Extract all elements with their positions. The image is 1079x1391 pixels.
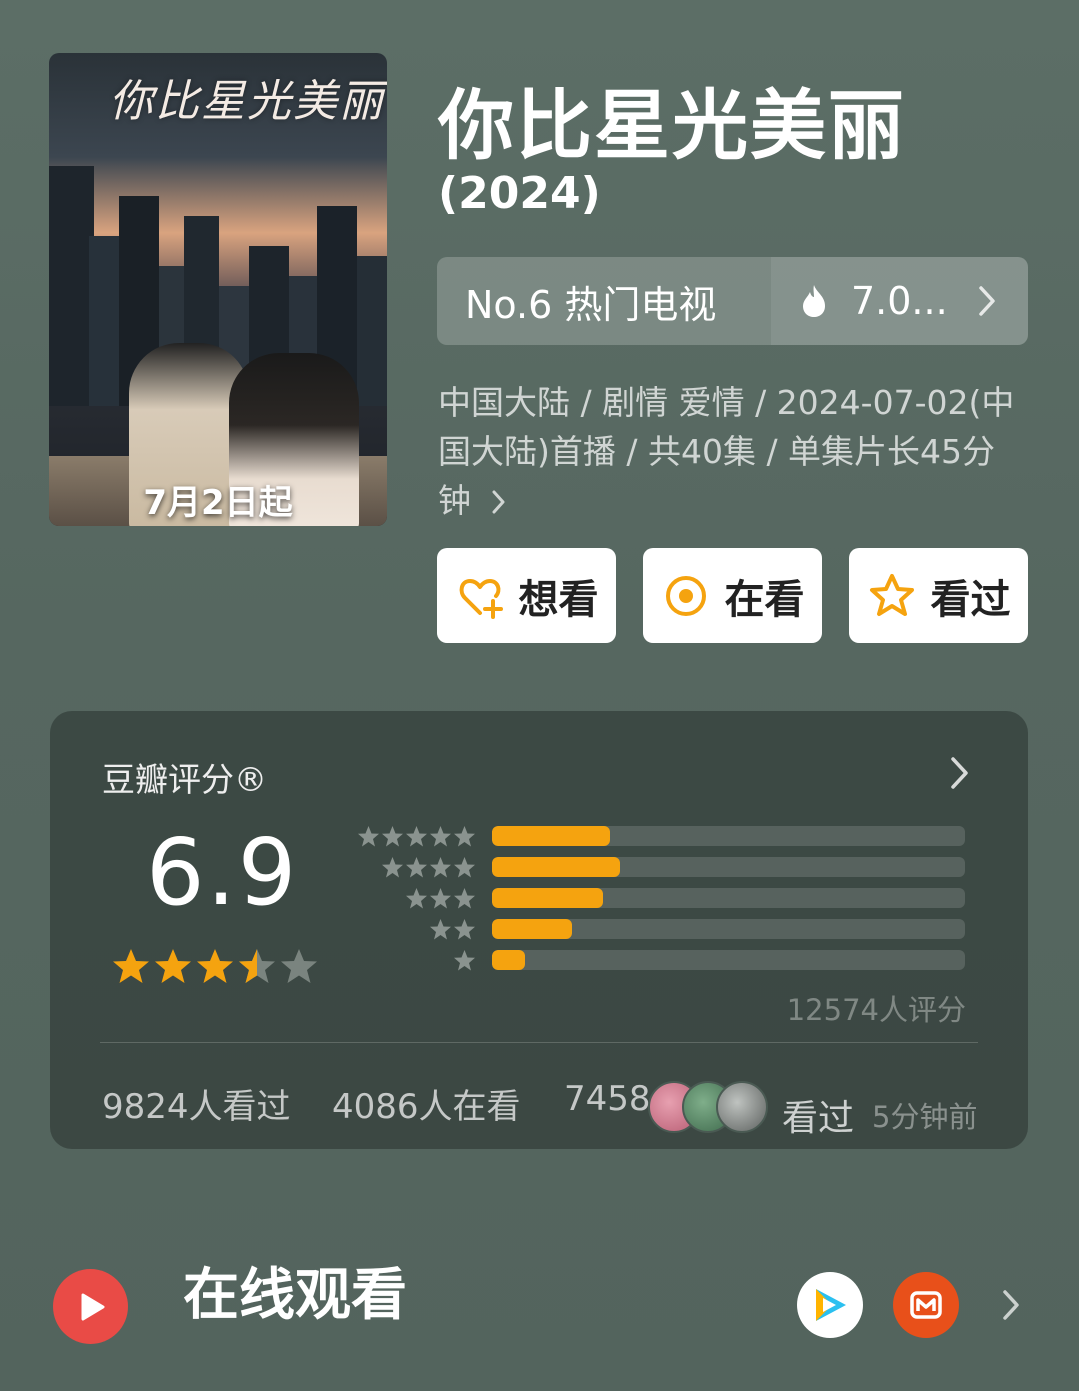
avatar	[716, 1081, 768, 1133]
meta-text: 中国大陆 / 剧情 爱情 / 2024-07-02(中国大陆)首播 / 共40集…	[438, 383, 1015, 520]
three-star-icons	[356, 887, 476, 910]
heart-plus-icon	[459, 578, 503, 619]
watching-label: 在看	[724, 576, 805, 623]
small-star-icon	[430, 887, 451, 908]
distribution-row-4	[356, 856, 965, 879]
one-star-icons	[356, 949, 476, 972]
small-star-icon	[454, 825, 475, 846]
rank-banner[interactable]: No.6 热门电视 7.0...	[437, 257, 1028, 345]
watching-count[interactable]: 4086人在看	[332, 1079, 521, 1128]
star-full-icon	[155, 949, 191, 983]
small-star-icon	[406, 856, 427, 877]
rating-stars	[112, 947, 318, 985]
five-star-icons	[356, 825, 476, 848]
tencent-video-icon[interactable]	[797, 1272, 863, 1338]
distribution-row-5	[356, 825, 965, 848]
small-star-icon	[430, 825, 451, 846]
rating-card[interactable]: 豆瓣评分® 6.9 12574人评分 9824人看过 4086人在看 7458 …	[50, 711, 1028, 1149]
small-star-icon	[382, 856, 403, 877]
poster-date: 7月2日起	[143, 483, 293, 523]
rank-label: No.6 热门电视	[437, 257, 771, 345]
page-title: 你比星光美丽	[438, 81, 906, 170]
distribution-row-1	[356, 949, 965, 972]
small-star-icon	[358, 825, 379, 846]
star-empty-icon	[281, 949, 317, 983]
rating-card-title: 豆瓣评分®	[102, 760, 267, 799]
watched-label: 看过	[930, 576, 1011, 623]
recent-activity-time: 5分钟前	[872, 1100, 978, 1134]
small-star-icon	[454, 856, 475, 877]
star-full-icon	[113, 949, 149, 983]
distribution-bar-1	[492, 950, 526, 970]
distribution-track	[492, 919, 965, 939]
distribution-bar-2	[492, 919, 573, 939]
distribution-track	[492, 950, 965, 970]
small-star-icon	[430, 856, 451, 877]
release-year: (2024)	[438, 168, 601, 219]
recent-activity-label: 看过	[782, 1098, 855, 1139]
small-star-icon	[406, 887, 427, 908]
star-full-icon	[197, 949, 233, 983]
chevron-right-icon	[979, 286, 995, 316]
star-half-icon	[239, 949, 275, 983]
star-outline-icon	[869, 573, 914, 616]
watched-count[interactable]: 9824人看过	[102, 1079, 291, 1128]
online-watch-title: 在线观看	[183, 1263, 407, 1328]
want-button[interactable]: 想看	[437, 548, 616, 643]
two-star-icons	[356, 918, 476, 941]
poster-image[interactable]: 你比星光美丽 7月2日起	[49, 53, 387, 526]
play-triangle-icon	[81, 1293, 104, 1320]
distribution-track	[492, 857, 965, 877]
tencent-video-logo	[816, 1289, 846, 1321]
distribution-track	[492, 888, 965, 908]
divider	[100, 1042, 978, 1043]
mango-tv-icon[interactable]	[893, 1272, 959, 1338]
small-star-icon	[454, 918, 475, 939]
distribution-row-3	[356, 887, 965, 910]
target-icon	[665, 575, 706, 616]
heat-section[interactable]: 7.0...	[771, 257, 1028, 345]
chevron-right-icon[interactable]	[1000, 1288, 1022, 1322]
play-icon[interactable]	[53, 1269, 128, 1344]
flame-icon	[803, 285, 825, 317]
poster-title-art: 你比星光美丽	[109, 76, 385, 127]
want-label: 想看	[518, 576, 599, 623]
distribution-track	[492, 826, 965, 846]
recent-user-avatars[interactable]	[648, 1081, 768, 1133]
show-meta[interactable]: 中国大陆 / 剧情 爱情 / 2024-07-02(中国大陆)首播 / 共40集…	[438, 378, 1018, 525]
watched-button[interactable]: 看过	[849, 548, 1028, 643]
small-star-icon	[382, 825, 403, 846]
chevron-right-icon[interactable]	[948, 755, 972, 791]
small-star-icon	[454, 949, 475, 970]
small-star-icon	[406, 825, 427, 846]
want-count[interactable]: 7458	[564, 1079, 651, 1119]
small-star-icon	[454, 887, 475, 908]
watching-button[interactable]: 在看	[643, 548, 822, 643]
chevron-right-icon	[492, 490, 504, 514]
rating-score: 6.9	[146, 819, 299, 926]
four-star-icons	[356, 856, 476, 879]
vote-count: 12574人评分	[786, 993, 966, 1027]
distribution-bar-5	[492, 826, 611, 846]
mango-tv-logo	[910, 1291, 942, 1319]
small-star-icon	[430, 918, 451, 939]
heat-value: 7.0...	[851, 279, 948, 323]
distribution-bar-3	[492, 888, 604, 908]
distribution-row-2	[356, 918, 965, 941]
action-buttons: 想看 在看 看过	[437, 548, 1028, 643]
distribution-bar-4	[492, 857, 620, 877]
